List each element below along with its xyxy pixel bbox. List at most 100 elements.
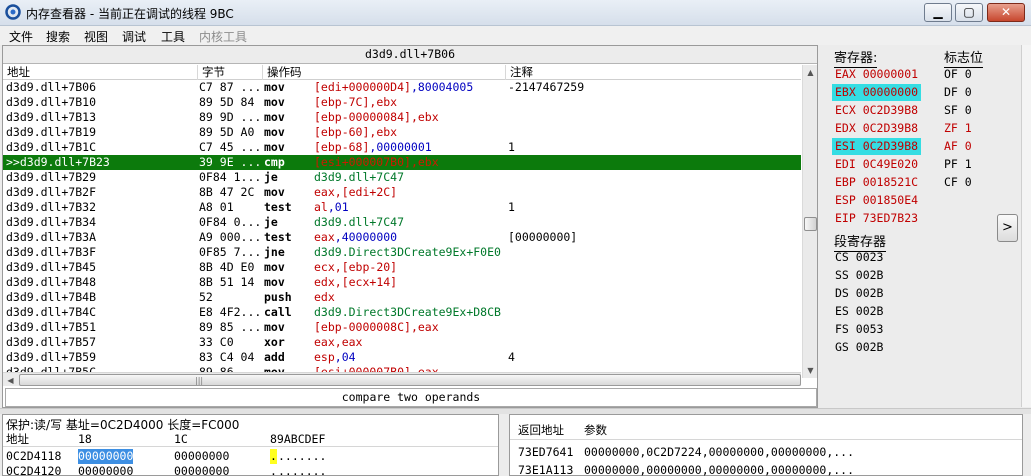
column-address[interactable]: 地址	[7, 65, 30, 79]
hex-value[interactable]: 00000000	[78, 449, 134, 464]
flag-value[interactable]: AF 0	[944, 138, 972, 155]
instruction-bytes: 89 5D A0	[199, 125, 255, 139]
ascii-char[interactable]: .	[270, 464, 277, 476]
register-value[interactable]: EDI 0C49E020	[832, 156, 921, 173]
vertical-scrollbar[interactable]: ▲ ▼	[802, 65, 817, 378]
disasm-row[interactable]: d3d9.dll+7B48 8B 51 14 mov edx,[ecx+14]	[3, 275, 801, 290]
disasm-row[interactable]: d3d9.dll+7B57 33 C0 xor eax,eax	[3, 335, 801, 350]
menu-file[interactable]: 文件	[9, 28, 33, 45]
segment-register-value[interactable]: ES 002B	[832, 303, 886, 320]
register-value[interactable]: EDX 0C2D39B8	[832, 120, 921, 137]
hex-value[interactable]: 00000000	[174, 449, 229, 464]
title-bar[interactable]: 内存查看器 - 当前正在调试的线程 9BC ▁ ▢ ✕	[0, 0, 1031, 26]
disasm-row[interactable]: d3d9.dll+7B4C E8 4F2... call d3d9.Direct3DC…	[3, 305, 801, 320]
column-comment[interactable]: 注释	[510, 65, 533, 79]
scroll-left-arrow-icon[interactable]: ◀	[3, 373, 18, 388]
maximize-button[interactable]: ▢	[955, 3, 983, 22]
register-value[interactable]: EBX 00000000	[832, 84, 922, 101]
scroll-down-arrow-icon[interactable]: ▼	[803, 363, 818, 378]
operand: ,ebx	[410, 155, 439, 169]
flag-value[interactable]: CF 0	[944, 174, 972, 191]
segment-register-value[interactable]: FS 0053	[832, 321, 886, 338]
instruction-mnemonic: push	[264, 290, 292, 304]
stack-column-params[interactable]: 参数	[584, 422, 607, 438]
register-value[interactable]: EAX 00000001	[832, 66, 921, 83]
operand: ,[ebp-20]	[334, 260, 398, 274]
register-value[interactable]: EBP 0018521C	[832, 174, 921, 191]
disasm-row[interactable]: d3d9.dll+7B59 83 C4 04 add esp,04 4	[3, 350, 801, 365]
register-value[interactable]: ECX 0C2D39B8	[832, 102, 921, 119]
instruction-address: d3d9.dll+7B1C	[6, 140, 97, 154]
flag-value[interactable]: OF 0	[944, 66, 972, 83]
instruction-operands: d3d9.dll+7C47	[314, 215, 404, 230]
operand: eax	[314, 185, 335, 199]
hex-value[interactable]: 00000000	[174, 464, 229, 476]
segment-register-value[interactable]: SS 002B	[832, 267, 886, 284]
column-bytes[interactable]: 字节	[202, 65, 225, 79]
instruction-bytes: 89 5D 84	[199, 95, 255, 109]
hex-value[interactable]: 00000000	[78, 464, 133, 476]
operand: eax	[314, 230, 335, 244]
instruction-operands: [ebp-60],ebx	[314, 125, 397, 140]
segment-register-value[interactable]: CS 0023	[832, 249, 886, 266]
flag-value[interactable]: DF 0	[944, 84, 972, 101]
disasm-row[interactable]: d3d9.dll+7B2F 8B 47 2C mov eax,[edi+2C]	[3, 185, 801, 200]
disasm-row[interactable]: d3d9.dll+7B06 C7 87 ... mov [edi+000000D4],…	[3, 80, 801, 95]
flag-value[interactable]: PF 1	[944, 156, 972, 173]
disasm-row[interactable]: d3d9.dll+7B13 89 9D ... mov [ebp-00000084],…	[3, 110, 801, 125]
disasm-row[interactable]: d3d9.dll+7B51 89 85 ... mov [ebp-0000008C],…	[3, 320, 801, 335]
horizontal-scroll-thumb[interactable]: |||	[19, 374, 801, 386]
disasm-row[interactable]: d3d9.dll+7B45 8B 4D E0 mov ecx,[ebp-20]	[3, 260, 801, 275]
stack-row[interactable]: 73ED7641 00000000,0C2D7224,00000000,00000…	[510, 443, 1022, 461]
disasm-row[interactable]: d3d9.dll+7B29 0F84 1... je d3d9.dll+7C47	[3, 170, 801, 185]
instruction-operands: eax,eax	[314, 335, 362, 350]
flag-value[interactable]: SF 0	[944, 102, 972, 119]
disasm-row[interactable]: d3d9.dll+7B10 89 5D 84 mov [ebp-7C],ebx	[3, 95, 801, 110]
vertical-scroll-thumb[interactable]	[804, 217, 817, 231]
disasm-row[interactable]: d3d9.dll+7B3A A9 000... test eax,40000000 [0…	[3, 230, 801, 245]
minimize-button[interactable]: ▁	[924, 3, 952, 22]
operand: d3d9.dll+7C47	[314, 215, 405, 229]
ascii-char[interactable]: .	[270, 449, 277, 464]
horizontal-scrollbar[interactable]: ◀ |||	[3, 372, 801, 386]
instruction-address: d3d9.dll+7B06	[6, 80, 97, 94]
segment-register-value[interactable]: DS 002B	[832, 285, 886, 302]
instruction-bytes: 83 C4 04	[199, 350, 255, 364]
instruction-bytes: 89 9D ...	[199, 110, 262, 124]
instruction-mnemonic: xor	[264, 335, 285, 349]
register-value[interactable]: ESI 0C2D39B8	[832, 138, 922, 155]
instruction-address: d3d9.dll+7B10	[6, 95, 97, 109]
close-button[interactable]: ✕	[987, 3, 1025, 22]
register-value[interactable]: EIP 73ED7B23	[832, 210, 921, 227]
column-opcode[interactable]: 操作码	[267, 65, 302, 79]
instruction-address: d3d9.dll+7B57	[6, 335, 97, 349]
stack-row[interactable]: 73E1A113 00000000,00000000,00000000,00000…	[510, 461, 1022, 476]
disasm-row[interactable]: d3d9.dll+7B32 A8 01 test al,01 1	[3, 200, 801, 215]
menu-view[interactable]: 视图	[84, 28, 108, 45]
instruction-bytes: C7 45 ...	[199, 140, 262, 154]
menu-kernel-tools[interactable]: 内核工具	[199, 28, 247, 45]
menu-debug[interactable]: 调试	[122, 28, 146, 45]
instruction-address: d3d9.dll+7B4C	[6, 305, 97, 319]
operand: ,eax	[334, 335, 363, 349]
window-title: 内存查看器 - 当前正在调试的线程 9BC	[26, 7, 234, 21]
flag-value[interactable]: ZF 1	[944, 120, 972, 137]
operand: esp	[314, 350, 335, 364]
instruction-mnemonic: mov	[264, 95, 285, 109]
hex-row[interactable]: 0C2D4118 00000000 00000000........	[3, 449, 498, 464]
hex-row[interactable]: 0C2D4120 00000000 00000000........	[3, 464, 498, 476]
menu-search[interactable]: 搜索	[46, 28, 70, 45]
disasm-row-selected[interactable]: >>d3d9.dll+7B23 39 9E ... cmp [esi+000007B0…	[3, 155, 801, 170]
disasm-row[interactable]: d3d9.dll+7B19 89 5D A0 mov [ebp-60],ebx	[3, 125, 801, 140]
menu-tools[interactable]: 工具	[161, 28, 185, 45]
register-value[interactable]: ESP 001850E4	[832, 192, 921, 209]
disasm-row[interactable]: d3d9.dll+7B1C C7 45 ... mov [ebp-68],000000…	[3, 140, 801, 155]
disasm-row[interactable]: d3d9.dll+7B4B 52 push edx	[3, 290, 801, 305]
disasm-row[interactable]: d3d9.dll+7B34 0F84 0... je d3d9.dll+7C47	[3, 215, 801, 230]
hex-header: 地址 18 1C 89ABCDEF	[3, 432, 498, 447]
scroll-up-arrow-icon[interactable]: ▲	[803, 65, 818, 80]
disasm-row[interactable]: d3d9.dll+7B3F 0F85 7... jne d3d9.Direct3DCr…	[3, 245, 801, 260]
stack-column-return-address[interactable]: 返回地址	[518, 422, 564, 438]
segment-register-value[interactable]: GS 002B	[832, 339, 886, 356]
expand-button[interactable]: >	[997, 214, 1018, 242]
